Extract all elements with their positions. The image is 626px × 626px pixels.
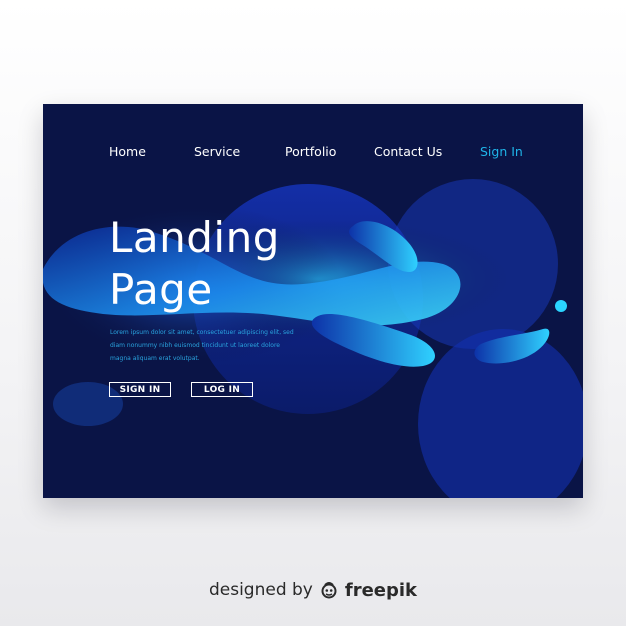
sign-in-button[interactable]: SIGN IN [109,382,171,397]
landing-card: Home Service Portfolio Contact Us Sign I… [43,104,583,498]
liquid-dot [555,300,567,312]
nav-sign-in[interactable]: Sign In [480,144,523,159]
log-in-button[interactable]: LOG IN [191,382,253,397]
nav-home[interactable]: Home [109,144,146,159]
nav-service[interactable]: Service [194,144,240,159]
top-nav: Home Service Portfolio Contact Us Sign I… [43,144,583,164]
hero-title: Landing Page [109,212,280,316]
designed-by-label: designed by [208,580,313,600]
nav-contact-us[interactable]: Contact Us [374,144,442,159]
attribution-footer: designed by freepik [0,576,626,604]
hero-body-text: Lorem ipsum dolor sit amet, consectetuer… [110,329,294,362]
hero-title-line1: Landing [109,213,280,262]
nav-portfolio[interactable]: Portfolio [285,144,336,159]
hero-title-line2: Page [109,265,213,314]
freepik-brand: freepik [344,579,418,601]
freepik-logo-icon [319,580,339,600]
